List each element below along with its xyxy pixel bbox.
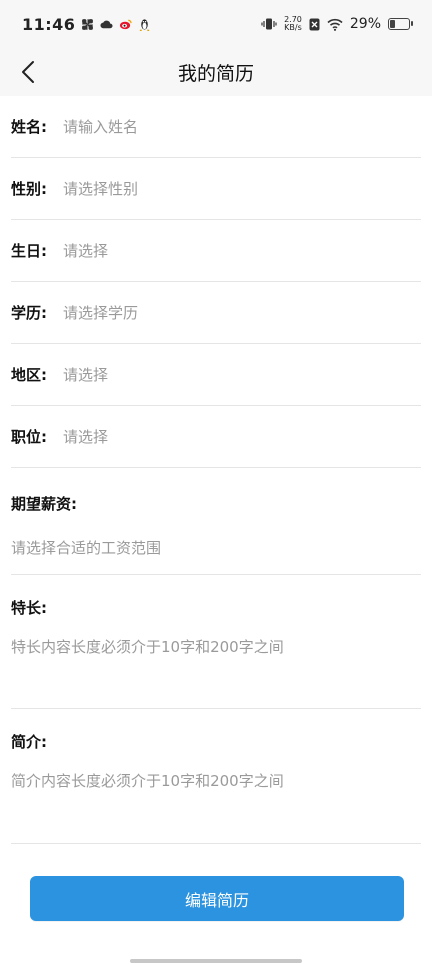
name-label: 姓名:: [11, 118, 47, 136]
region-row: 地区: 请选择: [11, 344, 421, 406]
salary-block: 期望薪资: 请选择合适的工资范围: [11, 468, 421, 575]
intro-textarea[interactable]: 简介内容长度必须介于10字和200字之间: [11, 770, 284, 791]
sim-disabled-icon: [309, 18, 320, 30]
position-label: 职位:: [11, 428, 47, 446]
page-title: 我的简历: [177, 62, 254, 85]
education-select[interactable]: 请选择学历: [63, 302, 421, 323]
status-right: 2.70 KB/s 29%: [261, 16, 413, 32]
position-row: 职位: 请选择: [11, 406, 421, 468]
birthday-select[interactable]: 请选择: [63, 240, 421, 261]
status-left: 11:46: [22, 15, 151, 34]
home-indicator[interactable]: [130, 959, 302, 963]
nav-bar: 我的简历: [0, 48, 432, 96]
name-input[interactable]: 请输入姓名: [63, 116, 421, 137]
region-label: 地区:: [11, 366, 47, 384]
special-block: 特长: 特长内容长度必须介于10字和200字之间: [11, 575, 421, 709]
edit-resume-button[interactable]: 编辑简历: [30, 876, 404, 921]
position-select[interactable]: 请选择: [63, 426, 421, 447]
net-speed: 2.70 KB/s: [284, 16, 302, 32]
gender-select[interactable]: 请选择性别: [63, 178, 421, 199]
gender-row: 性别: 请选择性别: [11, 158, 421, 220]
special-label: 特长:: [11, 599, 47, 617]
back-button[interactable]: [14, 58, 42, 86]
region-select[interactable]: 请选择: [63, 364, 421, 385]
special-textarea[interactable]: 特长内容长度必须介于10字和200字之间: [11, 636, 284, 657]
wifi-icon: [327, 18, 343, 31]
pinwheel-icon: [82, 18, 94, 30]
birthday-label: 生日:: [11, 242, 47, 260]
net-speed-unit: KB/s: [284, 23, 302, 32]
education-row: 学历: 请选择学历: [11, 282, 421, 344]
weibo-icon: [120, 19, 133, 29]
status-time: 11:46: [22, 14, 76, 34]
intro-label: 简介:: [11, 733, 47, 751]
battery-icon: [388, 18, 413, 30]
vibrate-icon: [261, 18, 277, 30]
education-label: 学历:: [11, 304, 47, 322]
cloud-icon: [100, 20, 113, 28]
resume-form: 姓名: 请输入姓名 性别: 请选择性别 生日: 请选择 学历: 请选择学历 地区…: [0, 96, 432, 844]
battery-percent: 29%: [349, 16, 381, 32]
birthday-row: 生日: 请选择: [11, 220, 421, 282]
salary-label: 期望薪资:: [11, 495, 77, 513]
salary-select[interactable]: 请选择合适的工资范围: [11, 537, 161, 558]
chevron-left-icon: [22, 61, 34, 83]
intro-block: 简介: 简介内容长度必须介于10字和200字之间: [11, 709, 421, 844]
name-row: 姓名: 请输入姓名: [11, 96, 421, 158]
penguin-icon: [140, 18, 150, 31]
status-bar: 11:46 2.70 KB/s 29%: [0, 0, 432, 48]
gender-label: 性别:: [11, 180, 47, 198]
